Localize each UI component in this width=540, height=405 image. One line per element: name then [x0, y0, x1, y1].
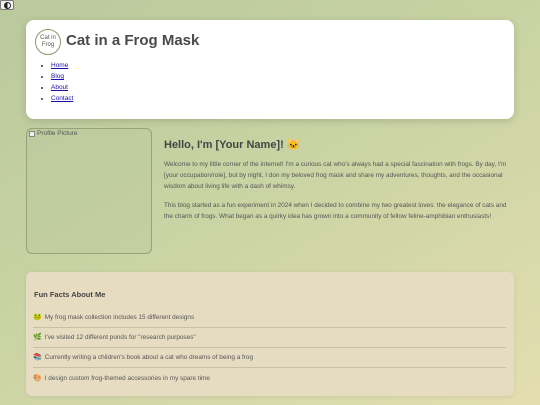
- profile-heading: Hello, I'm [Your Name]! 🐱: [164, 139, 301, 151]
- bio-paragraph: This blog started as a fun experiment in…: [164, 202, 507, 220]
- frog-icon: 🐸: [33, 314, 42, 321]
- bio-paragraph: Welcome to my little corner of the inter…: [164, 161, 507, 190]
- theme-toggle-button[interactable]: [0, 0, 14, 10]
- fun-fact-item: 🌿 I've visited 12 different ponds for "r…: [33, 328, 506, 348]
- fun-facts-card: Fun Facts About Me 🐸 My frog mask collec…: [26, 272, 514, 396]
- site-title: Cat in a Frog Mask: [66, 32, 200, 49]
- profile-picture-alt-text: Profile Picture: [37, 130, 78, 137]
- logo-image: Cat in Frog: [35, 29, 61, 55]
- profile-picture: Profile Picture: [26, 128, 152, 254]
- main-nav: Home Blog About Contact: [26, 60, 73, 104]
- fun-facts-list: 🐸 My frog mask collection includes 15 di…: [33, 308, 506, 388]
- fun-fact-text: I design custom frog-themed accessories …: [44, 374, 210, 382]
- fun-fact-text: My frog mask collection includes 15 diff…: [44, 314, 195, 321]
- nav-item-contact: Contact: [51, 93, 73, 104]
- nav-item-about: About: [51, 82, 73, 93]
- books-icon: 📚: [33, 354, 42, 361]
- fun-fact-text: I've visited 12 different ponds for "res…: [44, 334, 196, 341]
- nav-link-blog[interactable]: Blog: [51, 73, 64, 80]
- nav-link-about[interactable]: About: [51, 84, 68, 91]
- logo-alt-text: Cat in Frog: [40, 35, 56, 48]
- nav-link-contact[interactable]: Contact: [51, 95, 73, 102]
- broken-image-icon: [29, 131, 35, 137]
- nav-item-blog: Blog: [51, 71, 73, 82]
- herb-icon: 🌿: [33, 334, 42, 341]
- fun-facts-title: Fun Facts About Me: [34, 290, 106, 299]
- fun-fact-text: Currently writing a children's book abou…: [44, 354, 254, 361]
- half-moon-icon: [3, 1, 11, 9]
- nav-item-home: Home: [51, 60, 73, 71]
- fun-fact-item: 🐸 My frog mask collection includes 15 di…: [33, 308, 506, 328]
- fun-fact-item: 📚 Currently writing a children's book ab…: [33, 348, 506, 368]
- palette-icon: 🎨: [33, 374, 42, 382]
- fun-fact-item: 🎨 I design custom frog-themed accessorie…: [33, 368, 506, 388]
- nav-link-home[interactable]: Home: [51, 62, 68, 69]
- site-header: Cat in Frog Cat in a Frog Mask Home Blog…: [26, 20, 514, 119]
